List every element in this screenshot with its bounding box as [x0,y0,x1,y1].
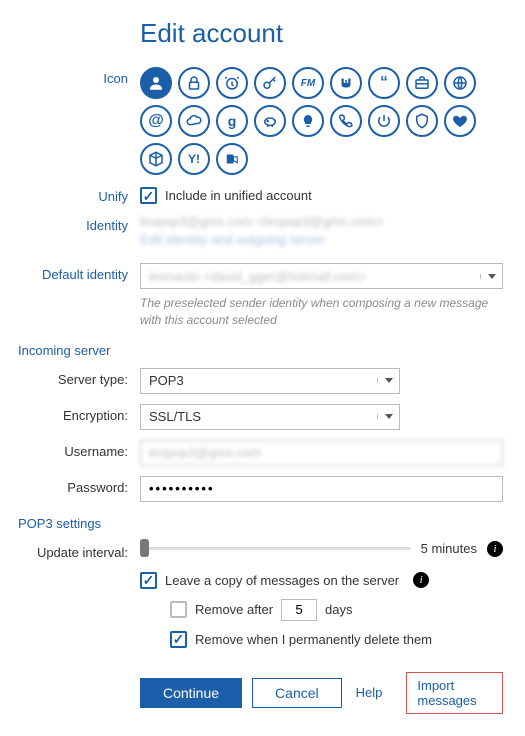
chevron-down-icon[interactable] [377,414,399,419]
remove-perm-label: Remove when I permanently delete them [195,632,432,647]
quote-icon[interactable]: “ [368,67,400,99]
key-icon[interactable] [254,67,286,99]
outlook-icon[interactable] [216,143,248,175]
briefcase-icon[interactable] [406,67,438,99]
icon-picker: FM “ @ g Y! [140,67,503,175]
pop3-settings-section[interactable]: POP3 settings [18,516,503,531]
server-type-select[interactable]: POP3 [140,368,400,394]
power-icon[interactable] [368,105,400,137]
default-identity-label: Default identity [18,263,140,282]
encryption-label: Encryption: [18,404,140,423]
unify-text: Include in unified account [165,188,312,203]
username-label: Username: [18,440,140,459]
shield-icon[interactable] [406,105,438,137]
globe-icon[interactable] [444,67,476,99]
google-icon[interactable]: g [216,105,248,137]
incoming-server-section[interactable]: Incoming server [18,343,503,358]
continue-button[interactable]: Continue [140,678,242,708]
remove-after-prefix: Remove after [195,602,273,617]
cloud-icon[interactable] [178,105,210,137]
encryption-select[interactable]: SSL/TLS [140,404,400,430]
update-interval-value: 5 minutes [421,541,477,556]
chevron-down-icon[interactable] [480,274,502,279]
password-input[interactable] [140,476,503,502]
phone-icon[interactable] [330,105,362,137]
leave-copy-checkbox[interactable] [140,572,157,589]
unify-label: Unify [18,185,140,204]
bulb-icon[interactable] [292,105,324,137]
mastodon-icon[interactable] [330,67,362,99]
piggy-icon[interactable] [254,105,286,137]
identity-value: leopop3@gmx.com <leopop3@gmx.com> [140,214,503,229]
fm-icon[interactable]: FM [292,67,324,99]
import-messages-link[interactable]: Import messages [406,672,503,714]
leave-copy-label: Leave a copy of messages on the server [165,573,399,588]
encryption-value: SSL/TLS [141,409,377,424]
unify-checkbox[interactable] [140,187,157,204]
person-icon[interactable] [140,67,172,99]
remove-after-checkbox[interactable] [170,601,187,618]
default-identity-value: leonardo <david_gger@hotmail.com> [141,269,480,284]
remove-perm-checkbox[interactable] [170,631,187,648]
chevron-down-icon[interactable] [377,378,399,383]
icon-label: Icon [18,67,140,86]
alarm-icon[interactable] [216,67,248,99]
heart-icon[interactable] [444,105,476,137]
at-icon[interactable]: @ [140,105,172,137]
slider-thumb[interactable] [140,539,149,557]
update-interval-slider[interactable] [140,547,411,550]
update-interval-label: Update interval: [18,541,140,560]
remove-after-days-input[interactable] [281,599,317,621]
edit-identity-link[interactable]: Edit identity and outgoing server [140,232,503,247]
default-identity-select[interactable]: leonardo <david_gger@hotmail.com> [140,263,503,289]
info-icon[interactable]: i [487,541,503,557]
default-identity-hint: The preselected sender identity when com… [140,295,503,329]
server-type-label: Server type: [18,368,140,387]
lock-icon[interactable] [178,67,210,99]
server-type-value: POP3 [141,373,377,388]
username-input[interactable] [140,440,503,466]
identity-label: Identity [18,214,140,233]
help-link[interactable]: Help [352,679,387,706]
yahoo-icon[interactable]: Y! [178,143,210,175]
remove-after-suffix: days [325,602,352,617]
info-icon[interactable]: i [413,572,429,588]
cancel-button[interactable]: Cancel [252,678,342,708]
cube-icon[interactable] [140,143,172,175]
password-label: Password: [18,476,140,495]
page-title: Edit account [18,18,503,49]
